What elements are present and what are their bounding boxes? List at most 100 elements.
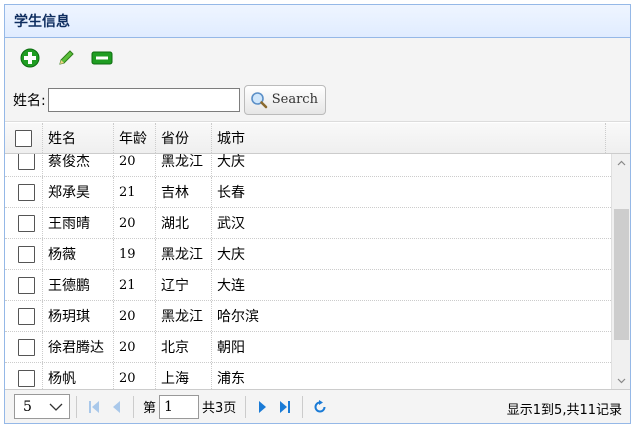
grid-header: 姓名 年龄 省份 城市: [5, 123, 630, 154]
current-page-input[interactable]: [159, 394, 200, 419]
edit-button[interactable]: [51, 44, 81, 72]
chevron-down-icon: [49, 403, 63, 411]
row-checkbox-cell: [5, 363, 43, 389]
header-age[interactable]: 年龄: [114, 123, 156, 153]
scroll-up-button[interactable]: [612, 154, 630, 171]
cell-city: 武汉: [217, 216, 245, 232]
cell-province: 黑龙江: [156, 154, 212, 176]
row-checkbox[interactable]: [17, 369, 35, 387]
row-checkbox[interactable]: [17, 214, 35, 232]
magnifier-icon: [250, 91, 268, 108]
row-checkbox[interactable]: [17, 307, 35, 325]
add-button[interactable]: [15, 44, 45, 72]
table-row[interactable]: 杨帆 20 上海 浦东: [5, 363, 611, 389]
panel-title: 学生信息: [14, 14, 70, 30]
page-prefix: 第: [143, 401, 157, 416]
grid-body: 蔡俊杰 20 黑龙江 大庆 郑承昊 21 吉林 长春 王雨晴 20 湖北 武汉 …: [5, 154, 611, 389]
toolbar: [5, 38, 630, 78]
search-bar: 姓名: Search: [5, 78, 630, 122]
name-search-input[interactable]: [47, 87, 240, 112]
header-checkbox-cell: [5, 123, 43, 153]
table-row[interactable]: 王雨晴 20 湖北 武汉: [5, 208, 611, 239]
page-total: 共3页: [202, 401, 237, 416]
cell-city: 大庆: [217, 154, 245, 170]
pencil-icon: [59, 50, 74, 65]
chevron-down-icon: [617, 378, 626, 383]
next-page-icon: [259, 400, 267, 413]
cell-province: 湖北: [156, 208, 212, 238]
table-row[interactable]: 蔡俊杰 20 黑龙江 大庆: [5, 154, 611, 177]
search-label: 姓名:: [13, 92, 46, 109]
refresh-button[interactable]: [309, 396, 331, 418]
search-button[interactable]: Search: [243, 84, 326, 115]
last-page-icon: [280, 400, 291, 413]
scroll-down-button[interactable]: [612, 372, 630, 389]
cell-province: 黑龙江: [156, 301, 212, 331]
cell-province: 北京: [156, 332, 212, 362]
cell-age: 20: [114, 332, 156, 362]
student-grid: 姓名 年龄 省份 城市 蔡俊杰 20 黑龙江 大庆 郑承昊 21 吉林 长春 王…: [5, 123, 630, 389]
page-size-value: 5: [23, 398, 32, 415]
prev-page-button[interactable]: [105, 396, 127, 418]
next-page-button[interactable]: [252, 396, 274, 418]
cell-age: 20: [114, 208, 156, 238]
cell-city: 浦东: [217, 371, 245, 387]
first-page-button[interactable]: [83, 396, 105, 418]
record-info: 显示1到5,共11记录: [506, 403, 622, 418]
remove-button[interactable]: [87, 44, 117, 72]
grid-rows: 蔡俊杰 20 黑龙江 大庆 郑承昊 21 吉林 长春 王雨晴 20 湖北 武汉 …: [5, 154, 611, 389]
row-checkbox[interactable]: [17, 338, 35, 356]
prev-page-icon: [113, 400, 120, 413]
page-size-select[interactable]: 5: [14, 394, 70, 419]
cell-province: 吉林: [156, 177, 212, 207]
row-checkbox[interactable]: [17, 245, 35, 263]
first-page-icon: [89, 400, 99, 413]
header-city[interactable]: 城市: [212, 123, 606, 153]
table-row[interactable]: 王德鹏 21 辽宁 大连: [5, 270, 611, 301]
row-checkbox-cell: [5, 332, 43, 362]
search-button-label: Search: [271, 92, 318, 107]
student-panel: 学生信息 姓名: Search 姓名 年龄 省份 城市 蔡俊杰 20 黑龙江 大…: [4, 4, 631, 424]
cell-name: 蔡俊杰: [43, 154, 114, 176]
pagination-bar: 5 第 共3页 显示1到5,共11记录: [5, 389, 630, 423]
header-name[interactable]: 姓名: [43, 123, 114, 153]
cell-city: 长春: [217, 185, 245, 201]
row-checkbox[interactable]: [17, 183, 35, 201]
table-row[interactable]: 徐君腾达 20 北京 朝阳: [5, 332, 611, 363]
select-all-checkbox[interactable]: [15, 129, 32, 147]
cell-province: 黑龙江: [156, 239, 212, 269]
cell-age: 20: [114, 154, 156, 176]
table-row[interactable]: 杨薇 19 黑龙江 大庆: [5, 239, 611, 270]
panel-header: 学生信息: [5, 5, 630, 38]
pager-separator: [245, 395, 247, 418]
cell-age: 20: [114, 301, 156, 331]
cell-name: 王德鹏: [43, 270, 114, 300]
minus-icon: [91, 51, 113, 65]
table-row[interactable]: 郑承昊 21 吉林 长春: [5, 177, 611, 208]
cell-name: 郑承昊: [43, 177, 114, 207]
cell-city: 哈尔滨: [217, 309, 259, 325]
row-checkbox-cell: [5, 239, 43, 269]
cell-name: 杨玥琪: [43, 301, 114, 331]
row-checkbox-cell: [5, 177, 43, 207]
row-checkbox[interactable]: [17, 276, 35, 294]
scroll-thumb[interactable]: [614, 209, 629, 340]
cell-name: 杨帆: [43, 363, 114, 389]
header-province[interactable]: 省份: [156, 123, 212, 153]
pager-separator: [133, 395, 134, 418]
header-filler: [606, 123, 630, 153]
plus-icon: [20, 48, 40, 68]
cell-city: 朝阳: [217, 340, 245, 356]
row-checkbox[interactable]: [17, 154, 35, 170]
cell-name: 杨薇: [43, 239, 114, 269]
row-checkbox-cell: [5, 301, 43, 331]
cell-age: 21: [114, 177, 156, 207]
refresh-icon: [314, 399, 326, 412]
cell-name: 徐君腾达: [43, 332, 114, 362]
cell-province: 辽宁: [156, 270, 212, 300]
cell-name: 王雨晴: [43, 208, 114, 238]
vertical-scrollbar[interactable]: [611, 154, 630, 389]
cell-age: 21: [114, 270, 156, 300]
table-row[interactable]: 杨玥琪 20 黑龙江 哈尔滨: [5, 301, 611, 332]
last-page-button[interactable]: [274, 396, 296, 418]
